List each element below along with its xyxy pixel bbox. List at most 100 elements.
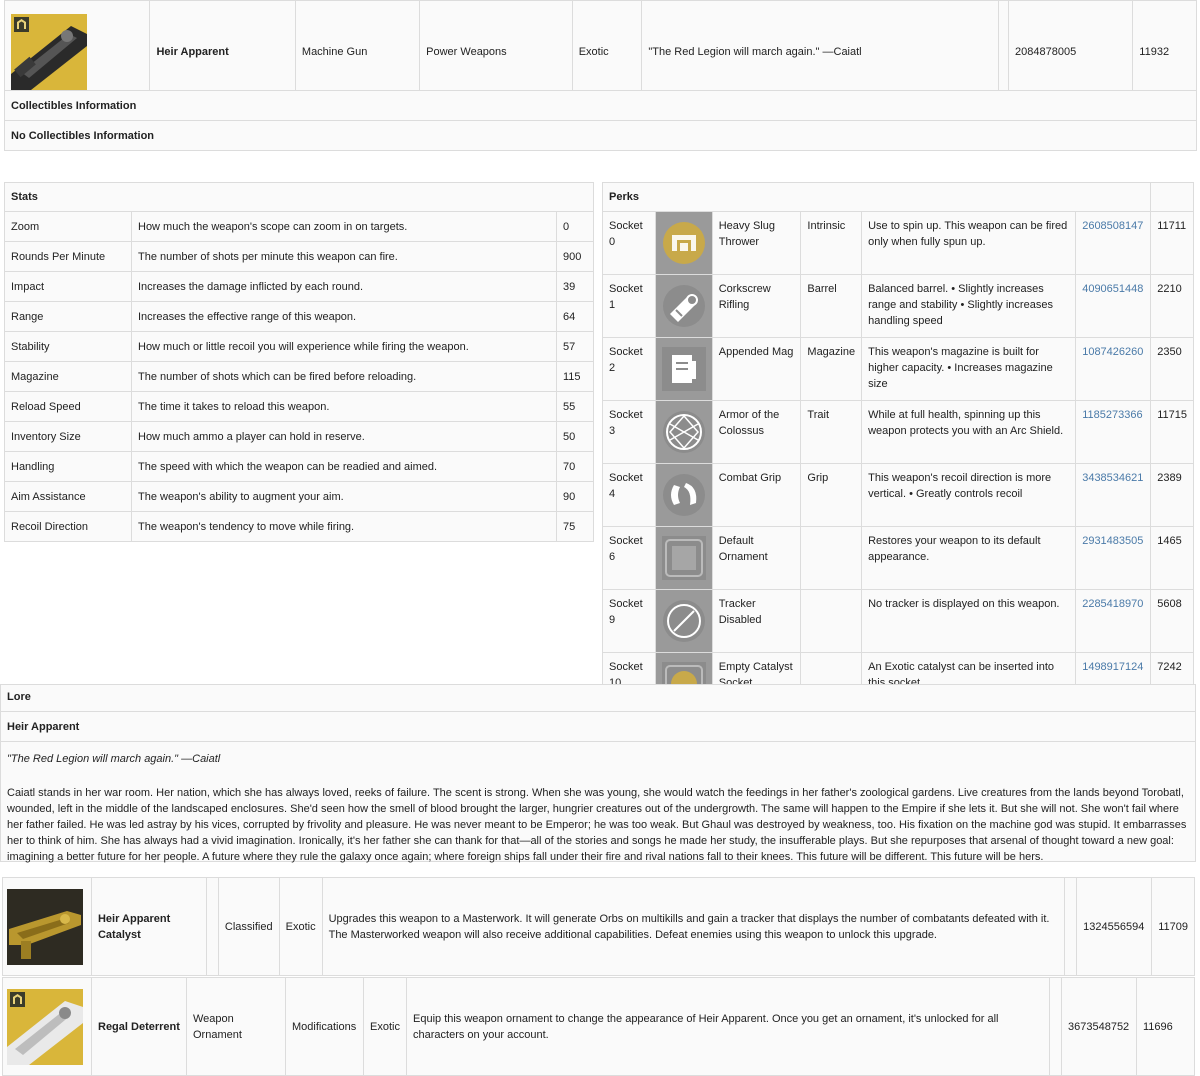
ornament-desc: Equip this weapon ornament to change the… bbox=[406, 977, 1050, 1076]
perks-title: Perks bbox=[601, 182, 1152, 212]
ornament-table: Regal Deterrent Weapon Ornament Modifica… bbox=[2, 977, 1195, 1076]
catalyst-hash: 1324556594 bbox=[1076, 877, 1153, 976]
stat-name: Range bbox=[4, 301, 132, 332]
perk-type: Barrel bbox=[800, 274, 863, 338]
lore-quote: "The Red Legion will march again." —Caia… bbox=[7, 753, 221, 765]
stat-desc: The number of shots which can be fired b… bbox=[131, 361, 557, 392]
perk-row: Socket 0 Heavy Slug Thrower Intrinsic Us… bbox=[602, 211, 1194, 275]
stat-value: 70 bbox=[556, 451, 594, 482]
stat-value: 50 bbox=[556, 421, 594, 452]
perk-hash-link[interactable]: 2285418970 bbox=[1075, 589, 1152, 653]
perk-desc: Use to spin up. This weapon can be fired… bbox=[861, 211, 1077, 275]
stat-name: Zoom bbox=[4, 211, 132, 242]
stat-name: Stability bbox=[4, 331, 132, 362]
corkscrew-rifling-icon bbox=[662, 285, 705, 327]
catalyst-thumbnail-cell bbox=[2, 877, 92, 976]
perk-desc: No tracker is displayed on this weapon. bbox=[861, 589, 1077, 653]
combat-grip-icon bbox=[662, 474, 705, 516]
stat-desc: The speed with which the weapon can be r… bbox=[131, 451, 557, 482]
perk-type: Magazine bbox=[800, 337, 863, 401]
lore-section: Lore Heir Apparent "The Red Legion will … bbox=[0, 684, 1196, 863]
item-weapon-type: Machine Gun bbox=[294, 0, 421, 103]
perk-name: Appended Mag bbox=[711, 337, 802, 401]
stat-name: Inventory Size bbox=[4, 421, 132, 452]
perk-type: Trait bbox=[800, 400, 863, 464]
perks-table: Perks Socket 0 Heavy Slug Thrower Intrin… bbox=[601, 182, 1194, 716]
item-header-row: Heir Apparent Machine Gun Power Weapons … bbox=[3, 0, 1197, 103]
perk-icon-cell bbox=[654, 211, 713, 275]
stat-desc: How much ammo a player can hold in reser… bbox=[131, 421, 557, 452]
lore-subtitle: Heir Apparent bbox=[7, 721, 80, 733]
armor-of-the-colossus-icon bbox=[662, 411, 705, 453]
lore-title: Lore bbox=[7, 691, 31, 703]
stat-desc: Increases the effective range of this we… bbox=[131, 301, 557, 332]
item-thumbnail-cell bbox=[3, 0, 151, 103]
stat-row: Inventory Size How much ammo a player can… bbox=[4, 421, 594, 452]
item-tier: Exotic bbox=[571, 0, 643, 103]
perk-index: 11711 bbox=[1150, 211, 1194, 275]
perk-name: Corkscrew Rifling bbox=[711, 274, 802, 338]
stat-value: 57 bbox=[556, 331, 594, 362]
perk-row: Socket 4 Combat Grip Grip This weapon's … bbox=[602, 463, 1194, 527]
perk-index: 1465 bbox=[1150, 526, 1194, 590]
exotic-badge-icon bbox=[10, 991, 25, 1007]
perk-row: Socket 2 Appended Mag Magazine This weap… bbox=[602, 337, 1194, 401]
perk-socket: Socket 6 bbox=[602, 526, 656, 590]
perk-row: Socket 3 Armor of the Colossus Trait Whi… bbox=[602, 400, 1194, 464]
perk-desc: Restores your weapon to its default appe… bbox=[861, 526, 1077, 590]
stat-desc: The number of shots per minute this weap… bbox=[131, 241, 557, 272]
catalyst-index: 11709 bbox=[1151, 877, 1195, 976]
stat-name: Impact bbox=[4, 271, 132, 302]
perk-socket: Socket 1 bbox=[602, 274, 656, 338]
stat-name: Reload Speed bbox=[4, 391, 132, 422]
tracker-disabled-icon bbox=[662, 600, 705, 642]
heavy-slug-thrower-icon bbox=[662, 222, 705, 264]
stat-row: Magazine The number of shots which can be… bbox=[4, 361, 594, 392]
stat-desc: Increases the damage inflicted by each r… bbox=[131, 271, 557, 302]
item-name: Heir Apparent bbox=[149, 0, 296, 103]
heir-apparent-thumbnail bbox=[11, 13, 87, 90]
ornament-index: 11696 bbox=[1136, 977, 1195, 1076]
catalyst-type: Classified bbox=[217, 877, 280, 976]
ornament-type: Weapon Ornament bbox=[186, 977, 286, 1076]
stat-row: Rounds Per Minute The number of shots per… bbox=[4, 241, 594, 272]
perk-row: Socket 6 Default Ornament Restores your … bbox=[602, 526, 1194, 590]
catalyst-empty-cell-2 bbox=[1064, 877, 1078, 976]
catalyst-table: Heir Apparent Catalyst Classified Exotic… bbox=[2, 877, 1195, 976]
perk-socket: Socket 3 bbox=[602, 400, 656, 464]
collectibles-none-text: No Collectibles Information bbox=[4, 120, 1197, 151]
perk-icon-cell bbox=[654, 463, 713, 527]
item-header-table: Heir Apparent Machine Gun Power Weapons … bbox=[3, 0, 1197, 103]
perk-type bbox=[800, 589, 863, 653]
default-ornament-icon bbox=[661, 536, 706, 580]
perk-hash-link[interactable]: 1087426260 bbox=[1075, 337, 1152, 401]
perk-row: Socket 1 Corkscrew Rifling Barrel Balanc… bbox=[602, 274, 1194, 338]
perk-hash-link[interactable]: 1185273366 bbox=[1075, 400, 1152, 464]
stat-desc: How much or little recoil you will exper… bbox=[131, 331, 557, 362]
perk-hash-link[interactable]: 2931483505 bbox=[1075, 526, 1152, 590]
item-empty-cell bbox=[997, 0, 1010, 103]
perks-header-empty bbox=[1150, 182, 1194, 212]
item-hash: 2084878005 bbox=[1008, 0, 1134, 103]
collectibles-table: Collectibles Information No Collectibles… bbox=[4, 90, 1197, 151]
perk-desc: While at full health, spinning up this w… bbox=[861, 400, 1077, 464]
stat-value: 39 bbox=[556, 271, 594, 302]
perk-socket: Socket 9 bbox=[602, 589, 656, 653]
stat-value: 0 bbox=[556, 211, 594, 242]
perk-name: Default Ornament bbox=[711, 526, 802, 590]
ornament-category: Modifications bbox=[285, 977, 364, 1076]
perk-socket: Socket 4 bbox=[602, 463, 656, 527]
perk-name: Tracker Disabled bbox=[711, 589, 802, 653]
perk-icon-cell bbox=[654, 337, 713, 401]
catalyst-empty-cell bbox=[205, 877, 219, 976]
perk-hash-link[interactable]: 4090651448 bbox=[1075, 274, 1152, 338]
perk-index: 2350 bbox=[1150, 337, 1194, 401]
stat-row: Stability How much or little recoil you w… bbox=[4, 331, 594, 362]
perk-index: 11715 bbox=[1150, 400, 1194, 464]
perk-name: Armor of the Colossus bbox=[711, 400, 802, 464]
perk-hash-link[interactable]: 3438534621 bbox=[1075, 463, 1152, 527]
catalyst-tier: Exotic bbox=[278, 877, 323, 976]
stat-value: 64 bbox=[556, 301, 594, 332]
perk-index: 2389 bbox=[1150, 463, 1194, 527]
perk-hash-link[interactable]: 2608508147 bbox=[1075, 211, 1152, 275]
